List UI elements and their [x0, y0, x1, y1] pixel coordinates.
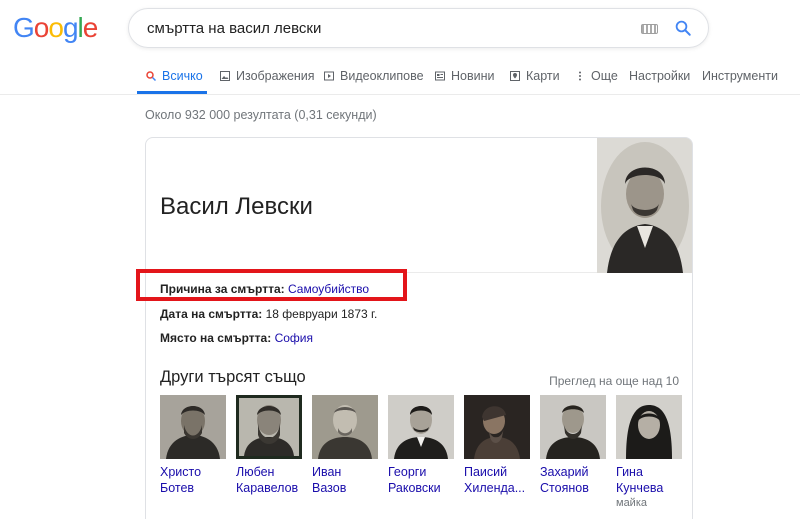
fact-label: Дата на смъртта:: [160, 307, 263, 321]
related-person[interactable]: Захарий Стоянов: [540, 395, 606, 496]
name-line: Ботев: [160, 481, 195, 495]
related-person[interactable]: Христо Ботев: [160, 395, 226, 496]
google-logo[interactable]: Google: [13, 12, 99, 43]
map-icon: [510, 71, 520, 81]
person-relation: майка: [616, 497, 647, 509]
knowledge-panel-header: Васил Левски: [146, 138, 692, 273]
tab-tools[interactable]: Инструменти: [702, 69, 778, 83]
person-photo: [160, 395, 226, 459]
tab-all[interactable]: Всичко: [145, 69, 203, 83]
person-name: Христо Ботев: [160, 464, 226, 496]
tab-label: Видеоклипове: [340, 69, 424, 83]
name-line: Паисий: [464, 465, 508, 479]
result-stats: Около 932 000 резултата (0,31 секунди): [145, 108, 377, 122]
tab-images[interactable]: Изображения: [219, 69, 315, 83]
tab-label: Новини: [451, 69, 495, 83]
name-line: Любен: [236, 465, 275, 479]
portrait-image: [597, 138, 692, 273]
news-icon: [435, 71, 445, 81]
entity-title: Васил Левски: [160, 193, 313, 220]
person-photo: [464, 395, 530, 459]
name-line: Каравелов: [236, 481, 299, 495]
person-photo: [312, 395, 378, 459]
tab-maps[interactable]: Карти: [509, 69, 560, 83]
person-name: Паисий Хилендa...: [464, 464, 530, 496]
name-line: Захарий: [540, 465, 589, 479]
logo-letter: g: [62, 12, 79, 43]
tab-more[interactable]: Още: [574, 69, 618, 83]
search-input[interactable]: смъртта на васил левски: [147, 20, 321, 37]
tab-label: Всичко: [162, 69, 203, 83]
tab-videos[interactable]: Видеоклипове: [323, 69, 424, 83]
tab-news[interactable]: Новини: [434, 69, 495, 83]
search-icon[interactable]: [674, 19, 692, 37]
name-line: Кунчева: [616, 481, 664, 495]
fact-value: 18 февруари 1873 г.: [265, 307, 378, 321]
entity-portrait[interactable]: [597, 138, 692, 273]
name-line: Иван Вазов: [312, 465, 347, 495]
tab-label: Настройки: [629, 69, 691, 83]
keyboard-icon[interactable]: [641, 24, 658, 34]
person-name: Любен Каравелов: [236, 464, 302, 496]
person-name: Иван Вазов: [312, 464, 378, 496]
search-icon: [146, 71, 157, 82]
fact-place-of-death: Място на смъртта: София: [160, 331, 313, 345]
video-icon: [324, 71, 334, 81]
search-box[interactable]: смъртта на васил левски: [128, 8, 709, 48]
name-line: Раковски: [388, 481, 441, 495]
name-line: Хилендa...: [464, 481, 526, 495]
person-name: Захарий Стоянов: [540, 464, 606, 496]
related-person[interactable]: Любен Каравелов: [236, 395, 302, 496]
related-person[interactable]: Гина Кунчева майка: [616, 395, 682, 510]
person-photo: [540, 395, 606, 459]
tab-label: Още: [591, 69, 618, 83]
related-person[interactable]: Паисий Хилендa...: [464, 395, 530, 496]
people-also-search-title: Други търсят също: [160, 368, 306, 386]
person-name: Гина Кунчева: [616, 464, 682, 496]
highlight-box: [136, 269, 407, 301]
tab-label: Изображения: [236, 69, 315, 83]
person-photo: [388, 395, 454, 459]
fact-value-link[interactable]: София: [275, 331, 313, 345]
name-line: Стоянов: [540, 481, 589, 495]
more-vert-icon: [579, 71, 581, 81]
person-photo: [236, 395, 302, 459]
related-person[interactable]: Георги Раковски: [388, 395, 454, 496]
name-line: Гина: [616, 465, 643, 479]
logo-letter: o: [33, 12, 50, 43]
image-icon: [220, 71, 230, 81]
fact-label: Място на смъртта:: [160, 331, 272, 345]
person-name: Георги Раковски: [388, 464, 454, 496]
logo-letter: G: [13, 12, 35, 43]
view-more-link[interactable]: Преглед на още над 10: [549, 374, 679, 388]
name-line: Георги: [388, 465, 427, 479]
tab-label: Карти: [526, 69, 560, 83]
name-line: Христо: [160, 465, 202, 479]
logo-letter: e: [82, 12, 99, 43]
related-person[interactable]: Иван Вазов: [312, 395, 378, 496]
tab-settings[interactable]: Настройки: [629, 69, 690, 83]
person-photo: [616, 395, 682, 459]
logo-letter: o: [48, 12, 64, 43]
search-tabs: Всичко Изображения Видеоклипове Новини К…: [0, 62, 800, 94]
tab-label: Инструменти: [702, 69, 778, 83]
knowledge-panel: Васил Левски Причина за смъртта: Самоуби…: [145, 137, 693, 519]
fact-date-of-death: Дата на смъртта: 18 февруари 1873 г.: [160, 307, 377, 321]
header-divider: [0, 94, 800, 95]
